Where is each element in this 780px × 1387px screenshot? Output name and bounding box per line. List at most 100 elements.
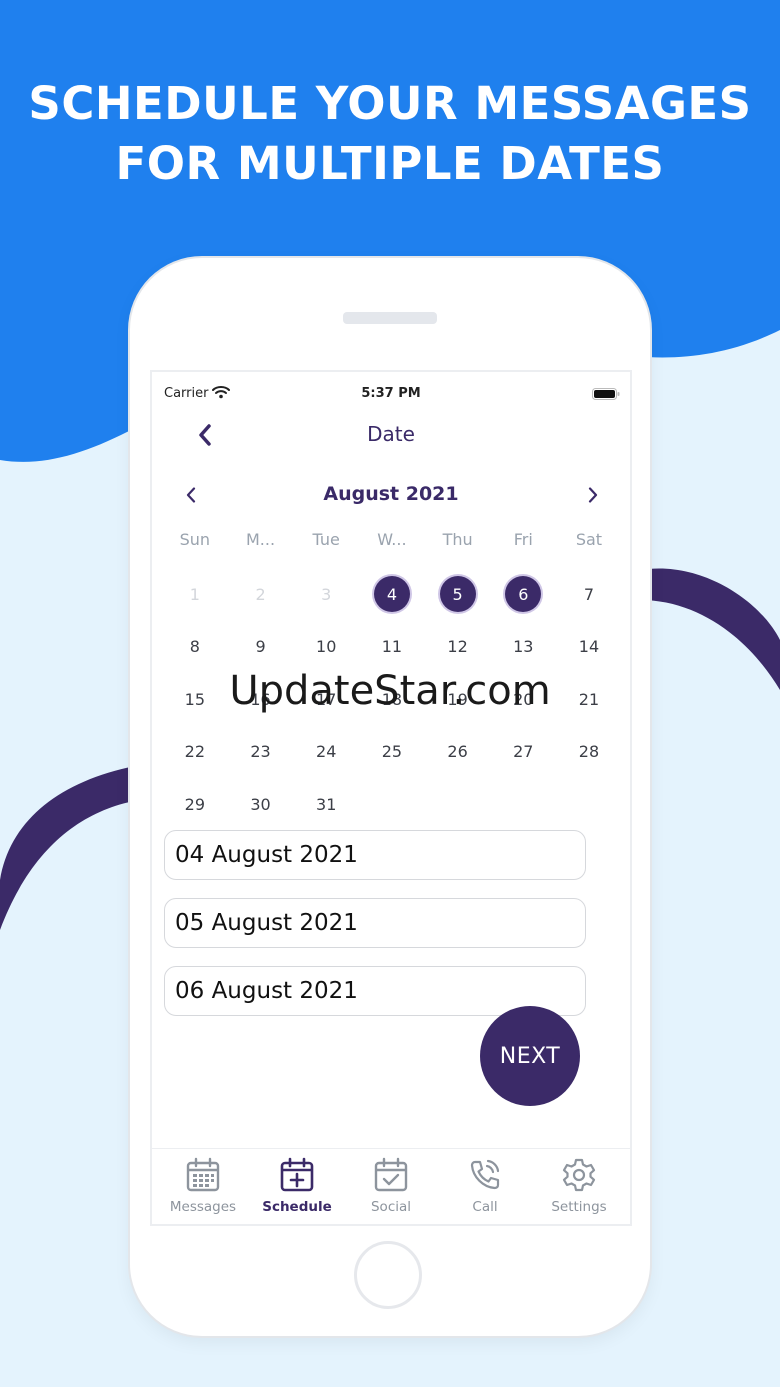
calendar-day-number: 25 [381, 742, 403, 762]
selected-date-field[interactable]: 05 August 2021 [164, 898, 586, 948]
battery-icon [592, 388, 620, 400]
headline: SCHEDULE YOUR MESSAGES FOR MULTIPLE DATE… [0, 74, 780, 194]
gear-icon [562, 1158, 596, 1192]
calendar-day-number: 19 [447, 689, 468, 709]
tab-messages[interactable]: Messages [156, 1155, 250, 1215]
tab-schedule[interactable]: Schedule [250, 1155, 344, 1215]
calendar-day-number: 7 [583, 584, 595, 604]
calendar-day-number: 5 [439, 576, 476, 613]
calendar-day[interactable]: 11 [359, 621, 425, 674]
calendar-day[interactable]: 9 [228, 621, 294, 674]
calendar-day-selected[interactable]: 4 [359, 568, 425, 621]
calendar-day[interactable]: 22 [162, 726, 228, 779]
calendar-day: 3 [293, 568, 359, 621]
calendar-day[interactable]: 18 [359, 673, 425, 726]
calendar-day-number: 30 [250, 794, 271, 814]
tab-label: Call [472, 1199, 498, 1215]
left-purple-arc [0, 765, 140, 930]
phone-frame: Carrier 5:37 PM Date August 2021 Sun M..… [130, 258, 650, 1336]
calendar-day-number: 9 [255, 637, 266, 657]
phone-call-icon [470, 1159, 500, 1190]
calendar-day[interactable]: 19 [425, 673, 491, 726]
calendar-day[interactable]: 10 [293, 621, 359, 674]
status-bar: Carrier 5:37 PM [152, 372, 630, 412]
weekday-label: Thu [442, 530, 473, 549]
weekday-label: W... [377, 530, 407, 549]
calendar-day-number: 11 [381, 637, 403, 657]
calendar-day[interactable]: 23 [228, 726, 294, 779]
weekday-label: Fri [513, 530, 533, 549]
calendar-day-number: 17 [316, 689, 337, 709]
calendar-day: 1 [162, 568, 228, 621]
calendar-grid-icon [186, 1157, 220, 1192]
calendar-day-number: 27 [513, 742, 534, 762]
tab-label: Messages [169, 1199, 237, 1215]
calendar-day-number: 29 [184, 794, 206, 814]
weekday-header: Sun M... Tue W... Thu Fri Sat [162, 528, 622, 552]
calendar-day[interactable]: 26 [425, 726, 491, 779]
calendar-day-number: 10 [316, 637, 337, 657]
phone-speaker [343, 312, 437, 324]
calendar-day[interactable]: 7 [556, 568, 622, 621]
calendar-day[interactable]: 15 [162, 673, 228, 726]
chevron-right-icon [588, 487, 598, 503]
month-label: August 2021 [323, 483, 459, 505]
calendar-day[interactable]: 8 [162, 621, 228, 674]
calendar-day-number: 24 [316, 742, 337, 762]
calendar-day-number: 16 [250, 689, 271, 709]
calendar-day[interactable]: 29 [162, 778, 228, 831]
calendar-day[interactable]: 25 [359, 726, 425, 779]
calendar-day-number: 6 [505, 576, 542, 613]
calendar-day[interactable]: 12 [425, 621, 491, 674]
calendar-check-icon [374, 1157, 408, 1192]
calendar-day-number: 14 [578, 637, 600, 657]
tab-call[interactable]: Call [438, 1155, 532, 1215]
calendar-day[interactable]: 17 [293, 673, 359, 726]
calendar-day[interactable]: 16 [228, 673, 294, 726]
calendar-day-number: 12 [447, 637, 468, 657]
app-screen: Carrier 5:37 PM Date August 2021 Sun M..… [150, 370, 632, 1226]
calendar-day-number: 26 [447, 742, 468, 762]
calendar-day[interactable]: 14 [556, 621, 622, 674]
calendar-plus-icon [280, 1157, 314, 1192]
tab-label: Settings [551, 1199, 607, 1215]
weekday-label: Sat [575, 530, 603, 549]
calendar-day-selected[interactable]: 5 [425, 568, 491, 621]
calendar-day-number: 28 [578, 742, 600, 762]
tab-social[interactable]: Social [344, 1155, 438, 1215]
next-button[interactable]: NEXT [480, 1006, 580, 1106]
calendar-day-number: 2 [255, 584, 266, 604]
calendar-day-number: 8 [189, 637, 200, 657]
calendar-day[interactable]: 27 [490, 726, 556, 779]
status-time: 5:37 PM [361, 386, 421, 401]
page-title: Date [367, 422, 415, 446]
weekday-label: M... [246, 530, 276, 549]
tab-settings[interactable]: Settings [532, 1155, 626, 1215]
calendar-day-number: 21 [578, 689, 600, 709]
calendar-day-number: 22 [184, 742, 206, 762]
calendar-day-number: 20 [513, 689, 534, 709]
headline-line-2: FOR MULTIPLE DATES [115, 137, 665, 190]
home-button[interactable] [354, 1241, 422, 1309]
weekday-label: Tue [312, 530, 340, 549]
calendar-day-number: 23 [250, 742, 271, 762]
calendar-day[interactable]: 20 [490, 673, 556, 726]
calendar-day-selected[interactable]: 6 [490, 568, 556, 621]
next-month-button[interactable] [580, 482, 606, 508]
calendar-day-number: 18 [381, 689, 403, 709]
headline-line-1: SCHEDULE YOUR MESSAGES [28, 77, 752, 130]
calendar-day[interactable]: 24 [293, 726, 359, 779]
calendar-day[interactable]: 21 [556, 673, 622, 726]
calendar-day-number: 15 [184, 689, 206, 709]
selected-date-field[interactable]: 04 August 2021 [164, 830, 586, 880]
calendar-day[interactable]: 31 [293, 778, 359, 831]
calendar-day-number: 4 [373, 576, 410, 613]
calendar-day-number: 31 [316, 794, 337, 814]
calendar-day[interactable]: 13 [490, 621, 556, 674]
calendar-day[interactable]: 30 [228, 778, 294, 831]
calendar-day-number: 1 [189, 584, 200, 604]
bottom-tab-bar: Messages Schedule Social Call Settings [152, 1148, 630, 1224]
calendar-days-grid: 1 2 3 4 5 6 7 8 9 10 11 12 13 14 15 16 17 18 19 20 21 22 23 24 2… [162, 568, 622, 831]
tab-label: Schedule [262, 1199, 332, 1215]
calendar-day[interactable]: 28 [556, 726, 622, 779]
